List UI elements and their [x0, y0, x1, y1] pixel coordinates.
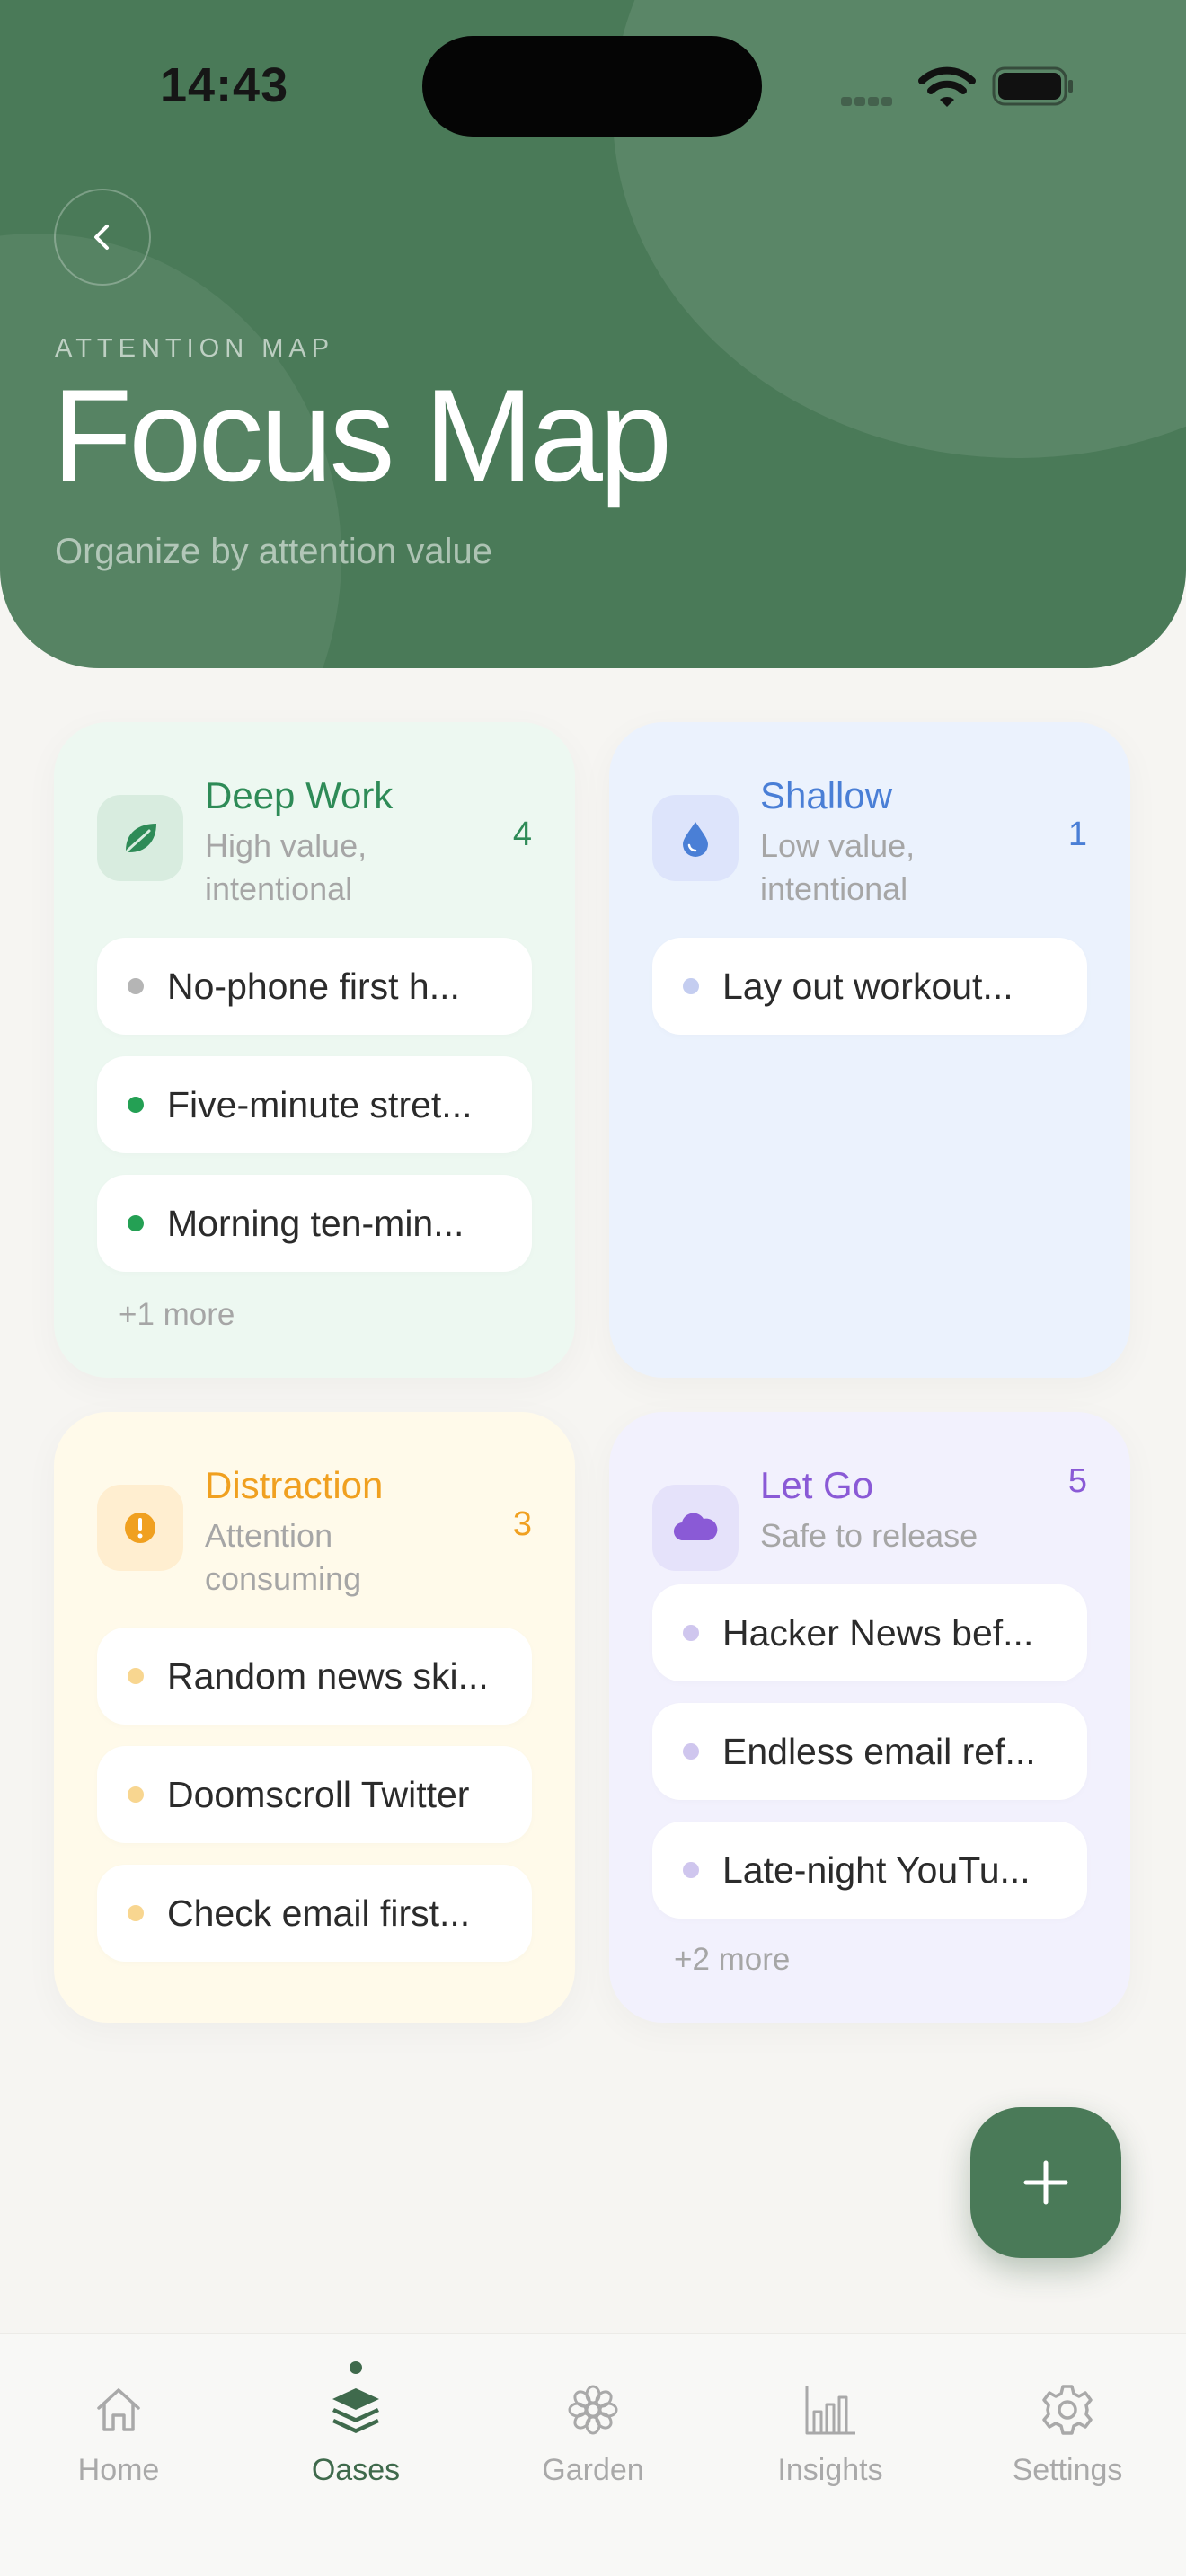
tab-home[interactable]: Home	[0, 2334, 237, 2514]
list-item-label: Endless email ref...	[722, 1730, 1036, 1772]
tab-bar: Home Oases Garden Insights Settings	[0, 2333, 1186, 2576]
list-item-label: No-phone first h...	[167, 965, 460, 1007]
tab-settings[interactable]: Settings	[949, 2334, 1186, 2514]
quadrant-description: Safe to release	[760, 1517, 978, 1554]
list-item-label: Lay out workout...	[722, 965, 1013, 1007]
cloud-icon	[652, 1485, 739, 1571]
more-link[interactable]: +1 more	[119, 1297, 235, 1333]
tab-label: Garden	[542, 2453, 644, 2487]
list-item-label: Random news ski...	[167, 1654, 489, 1697]
list-item[interactable]: Morning ten-min...	[97, 1175, 532, 1272]
page-eyebrow: ATTENTION MAP	[55, 334, 335, 363]
battery-icon	[992, 66, 1073, 106]
tab-label: Oases	[311, 2453, 401, 2487]
quadrant-distraction[interactable]: Distraction Attention consuming 3 Random…	[54, 1412, 575, 2023]
status-dot	[128, 1668, 144, 1684]
list-item[interactable]: Late-night YouTu...	[652, 1822, 1087, 1919]
quadrant-title: Distraction	[205, 1464, 384, 1506]
status-dot	[683, 1743, 699, 1760]
tab-label: Settings	[1012, 2453, 1123, 2487]
list-item-label: Five-minute stret...	[167, 1083, 473, 1125]
chevron-left-icon	[94, 225, 109, 250]
list-item[interactable]: Check email first...	[97, 1865, 532, 1962]
status-dot	[128, 1097, 144, 1113]
list-item[interactable]: No-phone first h...	[97, 938, 532, 1035]
signal-icon	[841, 94, 895, 110]
list-item-label: Hacker News bef...	[722, 1611, 1034, 1654]
flower-icon	[568, 2385, 618, 2435]
status-time: 14:43	[160, 58, 289, 112]
more-link[interactable]: +2 more	[674, 1942, 790, 1978]
header: 14:43 ATTENTION MAP Focus Map Organize b…	[0, 0, 1186, 668]
page-title: Focus Map	[52, 362, 672, 508]
list-item[interactable]: Five-minute stret...	[97, 1056, 532, 1153]
quadrant-description: Low value, intentional	[760, 827, 916, 907]
quadrant-count: 4	[512, 816, 532, 853]
list-item[interactable]: Hacker News bef...	[652, 1584, 1087, 1681]
wifi-icon	[918, 66, 976, 107]
quadrant-count: 5	[1067, 1462, 1087, 1500]
list-item[interactable]: Random news ski...	[97, 1628, 532, 1725]
list-item-label: Check email first...	[167, 1892, 471, 1934]
leaf-icon	[97, 795, 183, 881]
layers-icon	[332, 2388, 379, 2433]
list-item[interactable]: Endless email ref...	[652, 1703, 1087, 1800]
status-dot	[128, 978, 144, 994]
alert-icon	[97, 1485, 183, 1571]
status-dot	[128, 1905, 144, 1921]
add-button[interactable]	[970, 2107, 1121, 2258]
quadrant-title: Deep Work	[205, 774, 394, 816]
home-icon	[97, 2388, 140, 2431]
tab-label: Home	[77, 2453, 160, 2487]
dynamic-island	[422, 36, 762, 137]
quadrant-description: Attention consuming	[205, 1517, 362, 1597]
back-button[interactable]	[54, 189, 151, 286]
active-indicator	[350, 2361, 362, 2374]
status-dot	[683, 1862, 699, 1878]
quadrant-title: Shallow	[760, 774, 893, 816]
list-item-label: Morning ten-min...	[167, 1202, 465, 1244]
tab-garden[interactable]: Garden	[474, 2334, 712, 2514]
quadrant-let-go[interactable]: Let Go Safe to release 5 Hacker News bef…	[609, 1412, 1130, 2023]
bar-chart-icon	[805, 2386, 855, 2435]
list-item-label: Doomscroll Twitter	[167, 1773, 470, 1815]
tab-label: Insights	[777, 2453, 883, 2487]
quadrant-title: Let Go	[760, 1464, 874, 1506]
tab-insights[interactable]: Insights	[712, 2334, 949, 2514]
quadrant-count: 3	[512, 1505, 532, 1543]
quadrant-deep-work[interactable]: Deep Work High value, intentional 4 No-p…	[54, 722, 575, 1378]
status-dot	[683, 1625, 699, 1641]
gear-icon	[1042, 2385, 1093, 2435]
status-dot	[128, 1215, 144, 1231]
list-item[interactable]: Doomscroll Twitter	[97, 1746, 532, 1843]
plus-icon	[1023, 2160, 1068, 2205]
list-item-label: Late-night YouTu...	[722, 1848, 1031, 1891]
status-dot	[683, 978, 699, 994]
quadrant-count: 1	[1067, 816, 1087, 853]
tab-oases[interactable]: Oases	[237, 2334, 474, 2514]
quadrant-shallow[interactable]: Shallow Low value, intentional 1 Lay out…	[609, 722, 1130, 1378]
page-subtitle: Organize by attention value	[55, 532, 492, 571]
quadrant-description: High value, intentional	[205, 827, 367, 907]
status-dot	[128, 1786, 144, 1803]
list-item[interactable]: Lay out workout...	[652, 938, 1087, 1035]
water-drop-icon	[652, 795, 739, 881]
